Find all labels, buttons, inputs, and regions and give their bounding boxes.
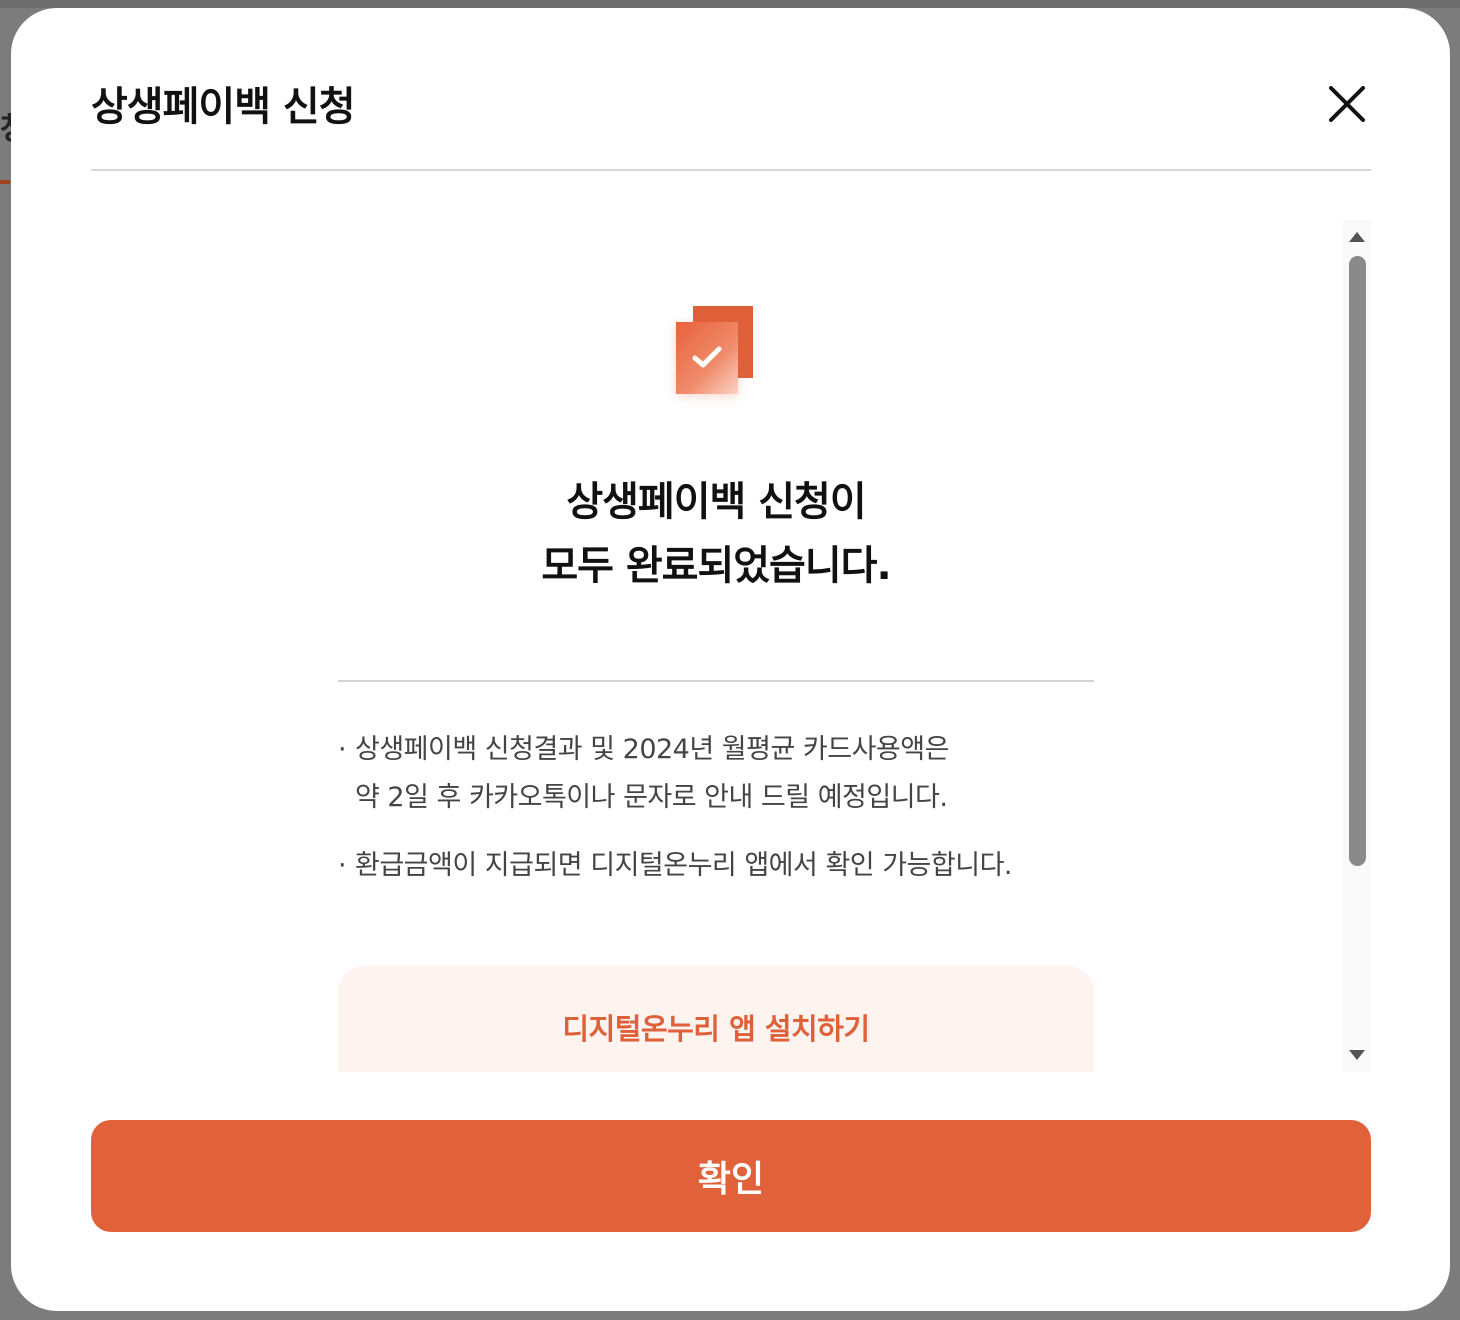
modal-scroll-area[interactable]: 상생페이백 신청이 모두 완료되었습니다. · 상생페이백 신청결과 및 202… <box>91 220 1371 1072</box>
background-top-bar <box>0 0 1460 8</box>
close-icon <box>1329 86 1365 122</box>
application-modal: 상생페이백 신청 상생페이백 신청이 모두 완료되었습니다. · 상생페이백 신… <box>11 8 1450 1311</box>
content-divider <box>338 680 1094 682</box>
install-app-label: 디지털온누리 앱 설치하기 <box>562 1012 870 1046</box>
scrollbar-thumb[interactable] <box>1349 256 1366 866</box>
check-icon <box>692 346 722 368</box>
scrollbar[interactable] <box>1343 220 1371 1072</box>
header-divider <box>91 169 1371 171</box>
success-title-line-2: 모두 완료되었습니다. <box>541 543 891 589</box>
notice-item-result: · 상생페이백 신청결과 및 2024년 월평균 카드사용액은 약 2일 후 카… <box>338 726 1118 822</box>
scroll-down-arrow-icon[interactable] <box>1349 1050 1365 1060</box>
notice-list: · 상생페이백 신청결과 및 2024년 월평균 카드사용액은 약 2일 후 카… <box>338 726 1118 910</box>
notice-item-refund: · 환급금액이 지급되면 디지털온누리 앱에서 확인 가능합니다. <box>338 842 1118 890</box>
check-document-icon <box>676 306 756 396</box>
notice-text-line: 상생페이백 신청결과 및 2024년 월평균 카드사용액은 <box>355 734 949 765</box>
icon-front-square <box>676 322 738 394</box>
notice-bullet: · <box>338 734 347 765</box>
notice-text-line: 약 2일 후 카카오톡이나 문자로 안내 드릴 예정입니다. <box>355 782 948 813</box>
close-button[interactable] <box>1321 78 1373 130</box>
notice-bullet: · <box>338 850 347 881</box>
notice-text-line: 환급금액이 지급되면 디지털온누리 앱에서 확인 가능합니다. <box>355 850 1013 881</box>
modal-title: 상생페이백 신청 <box>91 84 356 130</box>
success-message: 상생페이백 신청이 모두 완료되었습니다. <box>91 470 1341 598</box>
background-accent-line <box>0 180 10 184</box>
confirm-button[interactable]: 확인 <box>91 1120 1371 1232</box>
scroll-up-arrow-icon[interactable] <box>1349 232 1365 242</box>
install-app-button[interactable]: 디지털온누리 앱 설치하기 <box>338 966 1094 1072</box>
success-title-line-1: 상생페이백 신청이 <box>566 479 866 525</box>
